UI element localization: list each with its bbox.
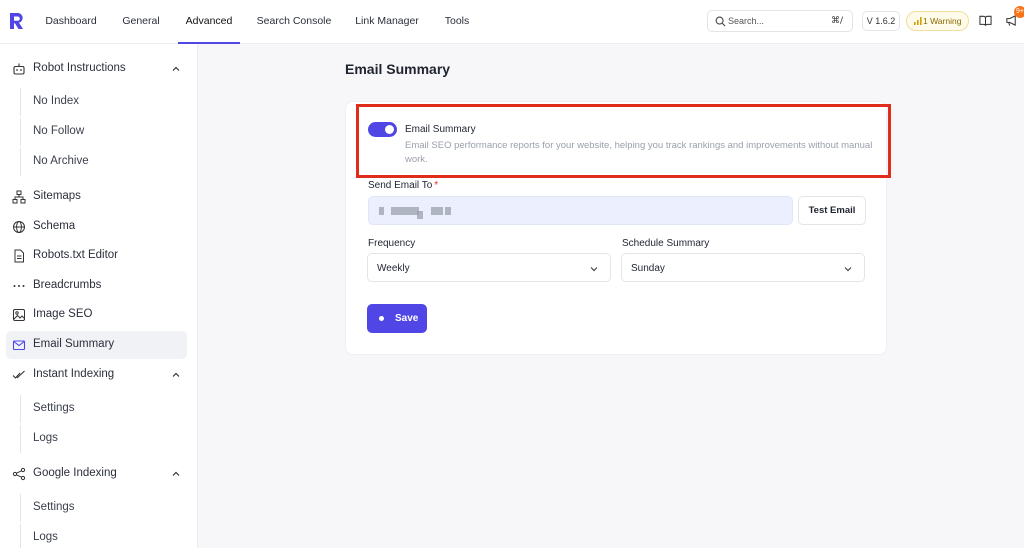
chevron-down-icon [844, 267, 852, 272]
book-icon[interactable] [979, 14, 992, 27]
sidebar-item-label: Google Indexing [33, 467, 117, 479]
frequency-label: Frequency [368, 238, 416, 249]
sidebar-subitem-label: Logs [33, 531, 58, 543]
sidebar-item-google-indexing[interactable]: Google Indexing [6, 460, 187, 488]
sidebar-item-sitemaps[interactable]: Sitemaps [6, 183, 187, 211]
send-email-label-text: Send Email To [368, 180, 433, 191]
version-badge: V 1.6.2 [862, 11, 900, 31]
robot-icon [13, 63, 25, 75]
sidebar-item-label: Sitemaps [33, 190, 81, 202]
redacted-email [431, 207, 443, 215]
warning-label: 1 Warning [923, 16, 962, 26]
save-dot-icon [379, 316, 384, 321]
tab-search-console[interactable]: Search Console [252, 0, 336, 44]
search-input[interactable] [728, 13, 824, 29]
sidebar-subitem-label: Settings [33, 402, 75, 414]
sidebar-item-robots-txt-editor[interactable]: Robots.txt Editor [6, 242, 187, 270]
chevron-up-icon[interactable] [171, 370, 181, 380]
sidebar-item-label: Breadcrumbs [33, 279, 102, 291]
app-logo-icon[interactable] [8, 11, 26, 31]
redacted-email [417, 211, 423, 219]
sidebar-subitem-settings[interactable]: Settings [20, 494, 187, 522]
chevron-up-icon[interactable] [171, 469, 181, 479]
search-icon [715, 16, 726, 27]
frequency-value: Weekly [377, 263, 410, 274]
search-box[interactable]: ⌘/ [707, 10, 853, 32]
sidebar-subitem-settings[interactable]: Settings [20, 395, 187, 423]
ellipsis-icon [13, 285, 25, 287]
email-field[interactable] [368, 196, 793, 225]
tab-tools[interactable]: Tools [438, 0, 476, 44]
tab-link-manager[interactable]: Link Manager [350, 0, 424, 44]
double-check-icon [12, 370, 25, 379]
sidebar-subitem-label: No Index [33, 95, 80, 107]
send-email-label: Send Email To * [368, 180, 438, 191]
required-mark: * [434, 180, 439, 191]
sidebar: Robot Instructions No Index No Follow No… [0, 44, 198, 548]
email-summary-toggle[interactable] [368, 122, 397, 137]
sidebar-subitem-label: No Archive [33, 155, 89, 167]
search-shortcut: ⌘/ [830, 16, 843, 26]
sidebar-item-breadcrumbs[interactable]: Breadcrumbs [6, 272, 187, 300]
save-button-label: Save [395, 313, 419, 324]
sidebar-item-label: Robot Instructions [33, 62, 126, 74]
redacted-email [445, 207, 451, 215]
schedule-summary-label: Schedule Summary [622, 238, 710, 249]
schedule-summary-select[interactable]: Sunday [621, 253, 865, 282]
email-summary-toggle-label: Email Summary [405, 124, 476, 135]
email-summary-description: Email SEO performance reports for your w… [405, 140, 873, 165]
google-indexing-icon [12, 467, 26, 481]
document-icon [14, 249, 24, 263]
chevron-down-icon [590, 267, 598, 272]
tab-dashboard[interactable]: Dashboard [38, 0, 104, 44]
sidebar-item-label: Email Summary [33, 338, 115, 350]
sidebar-item-image-seo[interactable]: Image SEO [6, 301, 187, 329]
image-icon [13, 309, 25, 321]
tab-general[interactable]: General [115, 0, 167, 44]
save-button[interactable]: Save [367, 304, 427, 333]
sidebar-item-label: Schema [33, 220, 76, 232]
toggle-knob [385, 125, 394, 134]
notification-badge: 9+ [1014, 6, 1024, 18]
sidebar-item-schema[interactable]: Schema [6, 213, 187, 241]
page-title: Email Summary [345, 61, 451, 77]
sidebar-item-instant-indexing[interactable]: Instant Indexing [6, 361, 187, 389]
chevron-up-icon[interactable] [171, 64, 181, 74]
sidebar-item-label: Instant Indexing [33, 368, 115, 380]
sitemap-icon [12, 190, 26, 204]
tab-advanced[interactable]: Advanced [178, 0, 240, 44]
sidebar-subitem-logs[interactable]: Logs [20, 524, 187, 548]
globe-icon [13, 221, 25, 233]
schedule-summary-value: Sunday [631, 263, 665, 274]
sidebar-subitem-label: Logs [33, 432, 58, 444]
redacted-email [379, 207, 384, 215]
warning-badge[interactable]: 1 Warning [906, 11, 969, 31]
sidebar-subitem-label: Settings [33, 501, 75, 513]
sidebar-item-label: Robots.txt Editor [33, 249, 119, 261]
redacted-email [391, 207, 419, 215]
sidebar-subitem-no-follow[interactable]: No Follow [20, 118, 187, 146]
mail-icon [12, 340, 26, 351]
signal-bars-icon [914, 17, 922, 25]
frequency-select[interactable]: Weekly [367, 253, 611, 282]
sidebar-subitem-no-index[interactable]: No Index [20, 88, 187, 116]
sidebar-subitem-no-archive[interactable]: No Archive [20, 148, 187, 176]
sidebar-subitem-label: No Follow [33, 125, 85, 137]
sidebar-item-label: Image SEO [33, 308, 93, 320]
sidebar-item-email-summary[interactable]: Email Summary [6, 331, 187, 359]
test-email-button[interactable]: Test Email [798, 196, 866, 225]
sidebar-subitem-logs[interactable]: Logs [20, 425, 187, 453]
sidebar-item-robot-instructions[interactable]: Robot Instructions [6, 55, 187, 83]
top-navigation-bar: Dashboard General Advanced Search Consol… [0, 0, 1024, 44]
